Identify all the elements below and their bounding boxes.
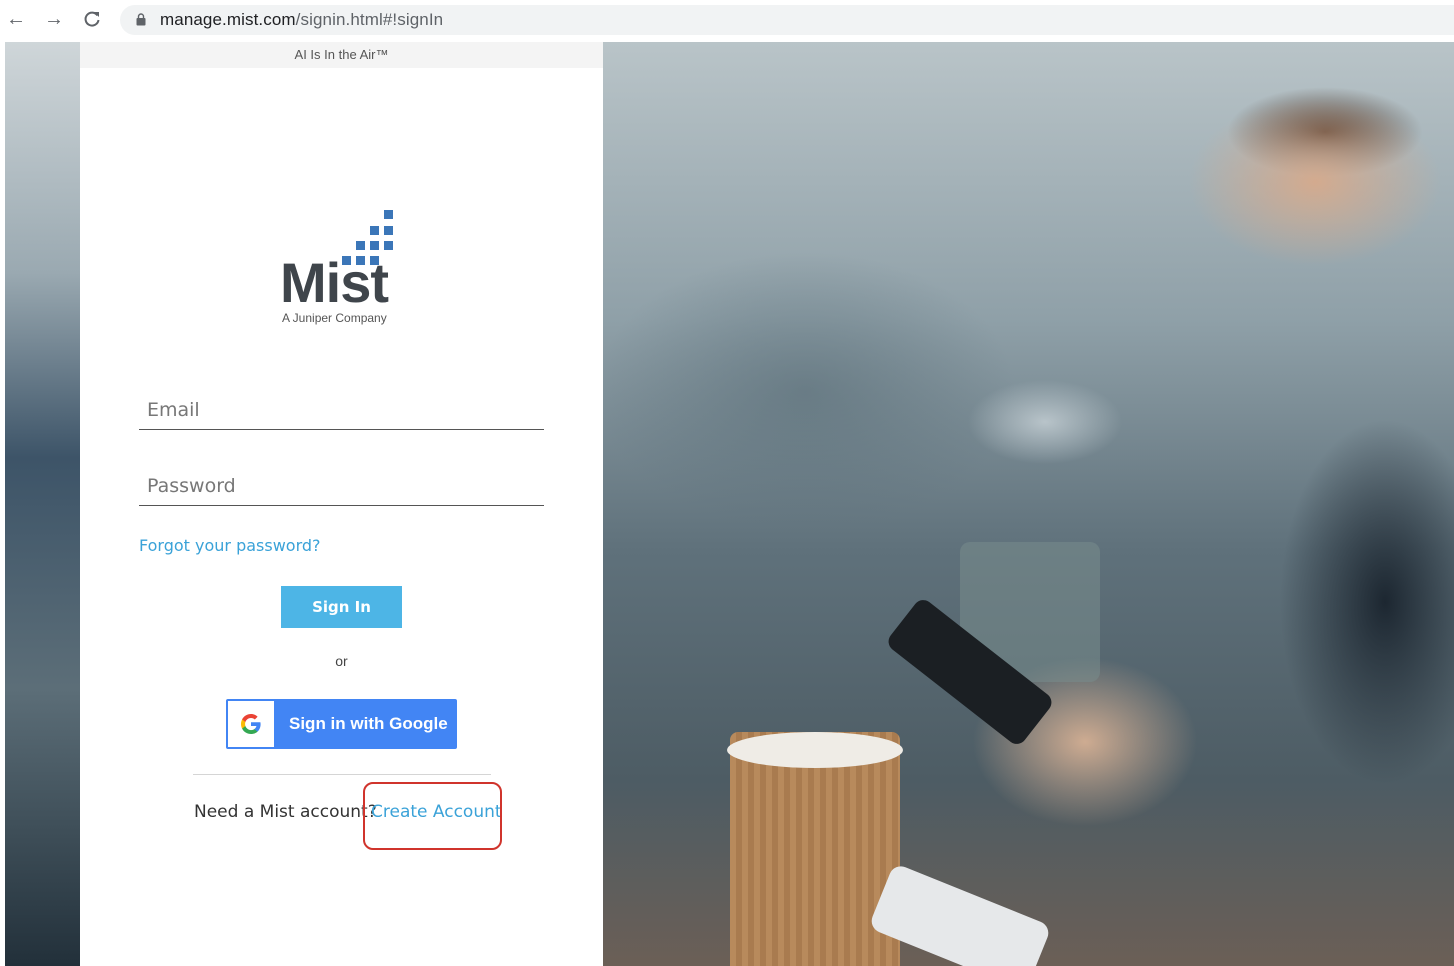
google-icon-container — [228, 701, 274, 747]
divider — [193, 774, 491, 775]
logo-wordmark: Mist — [280, 251, 389, 314]
lock-icon — [136, 13, 146, 26]
email-field[interactable] — [139, 390, 544, 430]
photo-cup-lid — [727, 732, 903, 768]
password-input[interactable] — [139, 466, 544, 505]
need-account-text: Need a Mist account? — [194, 802, 377, 822]
or-separator: or — [335, 653, 348, 669]
sign-in-button[interactable]: Sign In — [281, 586, 402, 628]
logo-subtitle: A Juniper Company — [282, 311, 387, 325]
logo-dot — [356, 241, 365, 250]
tagline: AI Is In the Air™ — [294, 47, 389, 62]
google-sign-in-button[interactable]: Sign in with Google — [226, 699, 457, 749]
tagline-bar: AI Is In the Air™ — [80, 42, 603, 68]
google-g-icon — [241, 714, 261, 734]
email-input[interactable] — [139, 390, 544, 429]
page-content: AI Is In the Air™ Mist A Juniper Company… — [5, 42, 1454, 966]
login-panel: AI Is In the Air™ Mist A Juniper Company… — [80, 42, 603, 966]
highlight-annotation — [363, 782, 502, 850]
logo-dot — [384, 241, 393, 250]
url-text: manage.mist.com/signin.html#!signIn — [160, 10, 443, 30]
reload-icon[interactable] — [81, 8, 103, 30]
logo-dot — [384, 226, 393, 235]
password-field[interactable] — [139, 466, 544, 506]
logo-dot — [370, 226, 379, 235]
arrow-right-icon[interactable]: → — [43, 8, 65, 30]
background-photo-left — [5, 42, 80, 966]
logo-dot — [370, 241, 379, 250]
url-path: /signin.html#!signIn — [295, 10, 444, 29]
address-bar[interactable]: manage.mist.com/signin.html#!signIn — [120, 5, 1454, 35]
google-button-label: Sign in with Google — [289, 714, 448, 733]
browser-toolbar: ← → manage.mist.com/signin.html#!signIn — [0, 0, 1454, 40]
logo-dot — [384, 210, 393, 219]
url-host: manage.mist.com — [160, 10, 296, 29]
arrow-left-icon[interactable]: ← — [5, 8, 27, 30]
mist-logo: Mist A Juniper Company — [275, 207, 415, 332]
forgot-password-link[interactable]: Forgot your password? — [139, 536, 321, 555]
